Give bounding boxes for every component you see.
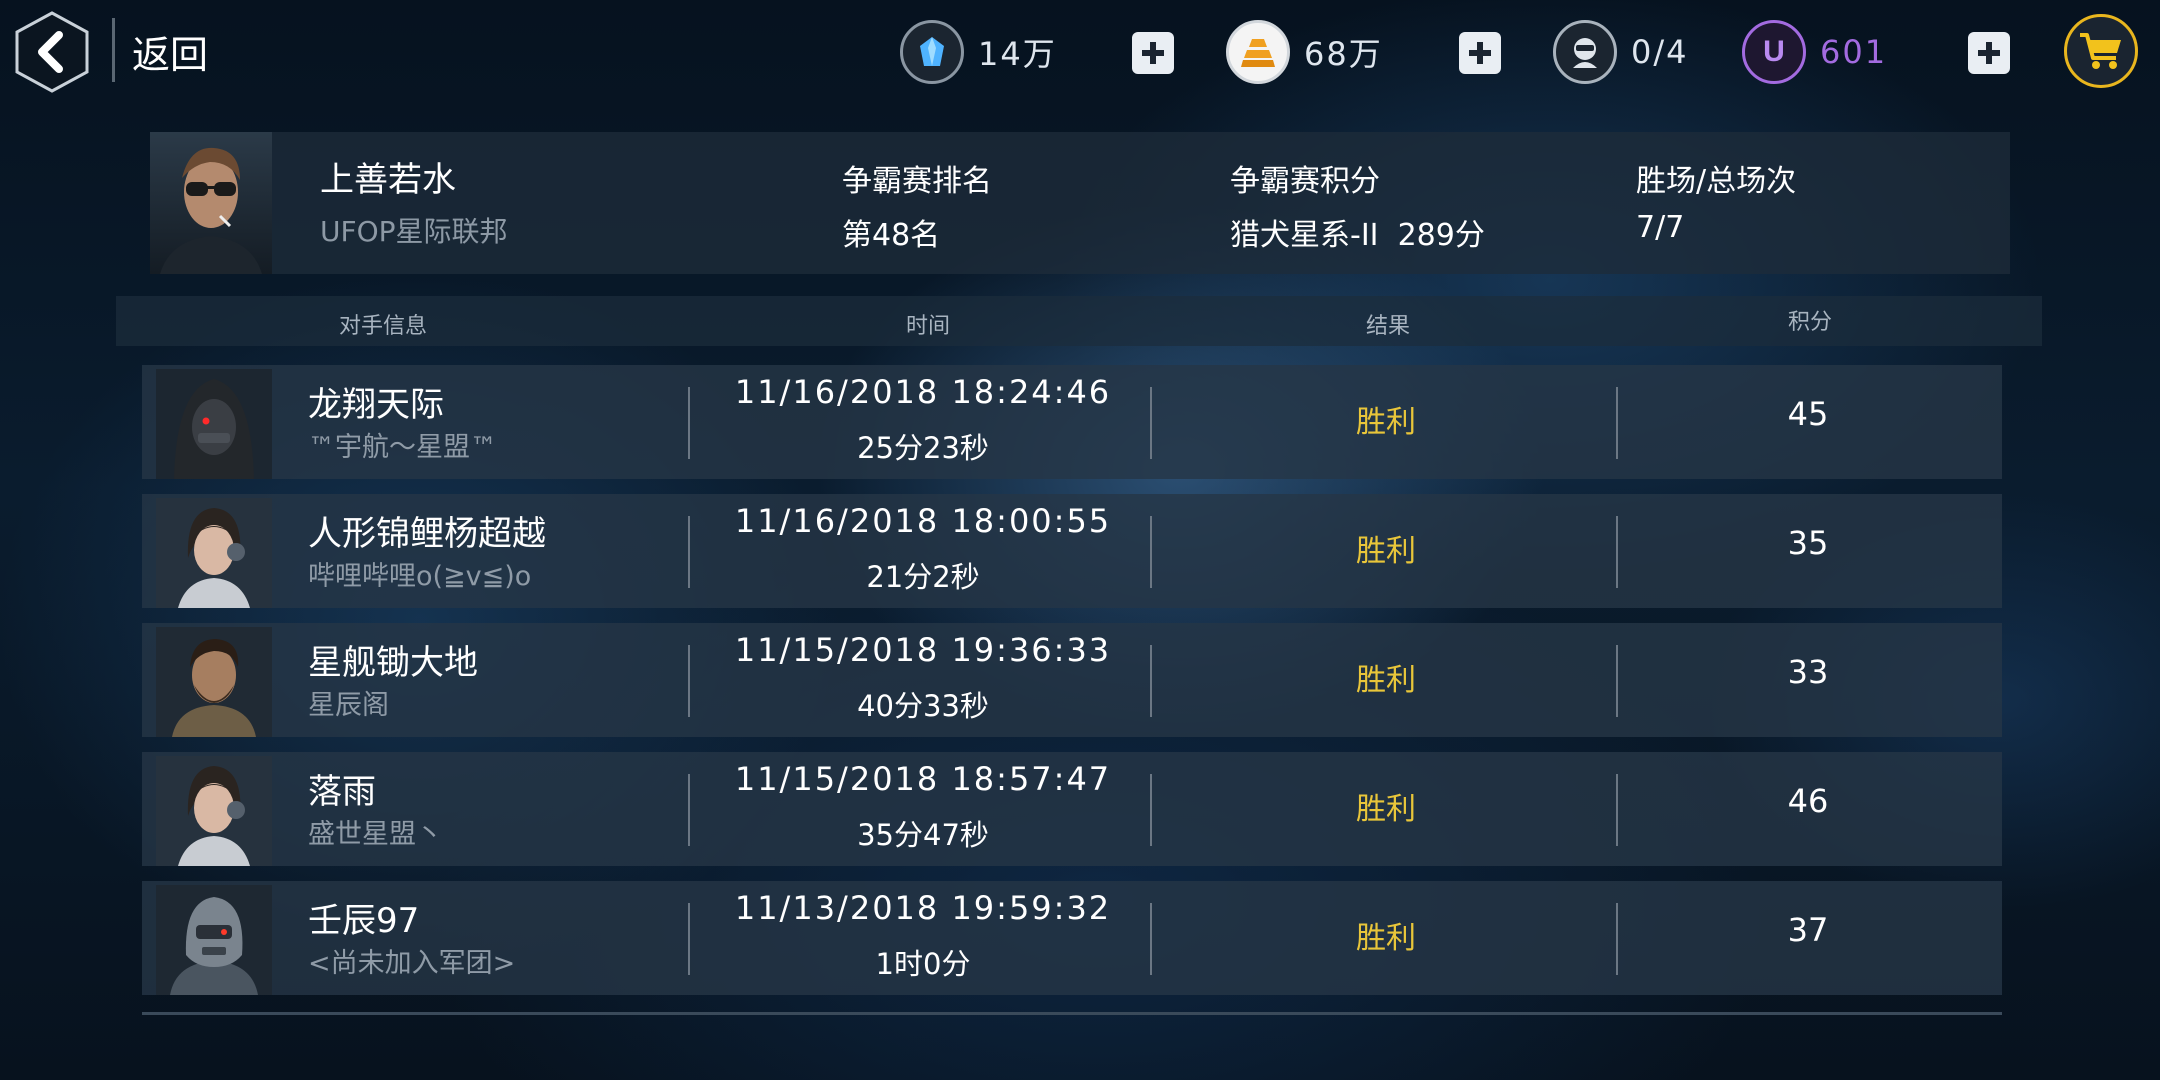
column-divider xyxy=(688,516,690,588)
table-row[interactable]: 星舰锄大地 星辰阁 11/15/2018 19:36:33 40分33秒 胜利 … xyxy=(142,623,2002,737)
points-label: 争霸赛积分 xyxy=(1230,164,1380,199)
match-datetime: 11/15/2018 19:36:33 xyxy=(734,631,1112,669)
plus-icon xyxy=(1142,42,1164,64)
table-row[interactable]: 落雨 盛世星盟丶 11/15/2018 18:57:47 35分47秒 胜利 4… xyxy=(142,752,2002,866)
opponent-name: 落雨 xyxy=(308,772,376,812)
opponent-avatar xyxy=(156,369,272,479)
match-result: 胜利 xyxy=(1356,792,1416,827)
match-datetime: 11/15/2018 18:57:47 xyxy=(734,760,1112,798)
header-opponent: 对手信息 xyxy=(338,314,428,339)
match-score: 33 xyxy=(1787,653,1829,691)
shopping-cart-icon xyxy=(2080,33,2121,69)
gold-resource: 68万 xyxy=(1226,20,1383,84)
wins-value: 7/7 xyxy=(1636,210,1685,245)
top-bar: 返回 14万 68万 0/4 U 601 xyxy=(0,0,2160,106)
column-divider xyxy=(1616,774,1618,846)
points-value: 猎犬星系-II 289分 xyxy=(1230,218,1485,253)
column-divider xyxy=(1616,387,1618,459)
match-duration: 25分23秒 xyxy=(857,431,989,465)
match-duration: 40分33秒 xyxy=(857,689,989,723)
match-score: 35 xyxy=(1787,524,1829,562)
u-credit-value: 601 xyxy=(1820,33,1888,71)
table-row[interactable]: 龙翔天际 ™宇航～星盟™ 11/16/2018 18:24:46 25分23秒 … xyxy=(142,365,2002,479)
column-divider xyxy=(688,387,690,459)
match-duration: 35分47秒 xyxy=(857,818,989,852)
table-row[interactable]: 壬辰97 <尚未加入军团> 11/13/2018 19:59:32 1时0分 胜… xyxy=(142,881,2002,995)
opponent-avatar xyxy=(156,885,272,995)
column-divider xyxy=(1150,645,1152,717)
opponent-legion: 星辰阁 xyxy=(308,690,389,721)
column-divider xyxy=(1616,903,1618,975)
opponent-name: 星舰锄大地 xyxy=(308,643,478,683)
gold-bars-icon xyxy=(1226,20,1290,84)
player-avatar xyxy=(150,132,272,274)
opponent-name: 壬辰97 xyxy=(308,901,420,941)
topbar-divider xyxy=(112,18,115,82)
crystal-resource: 14万 xyxy=(900,20,1057,84)
column-divider xyxy=(1150,903,1152,975)
back-arrow-icon xyxy=(15,11,89,93)
header-result: 结果 xyxy=(1365,314,1411,339)
table-row[interactable]: 人形锦鲤杨超越 哔哩哔哩o(≧v≦)o 11/16/2018 18:00:55 … xyxy=(142,494,2002,608)
header-time: 时间 xyxy=(905,314,951,339)
column-divider xyxy=(688,774,690,846)
match-result: 胜利 xyxy=(1356,921,1416,956)
match-result: 胜利 xyxy=(1356,534,1416,569)
back-button[interactable] xyxy=(14,10,90,94)
table-header: 对手信息 时间 结果 积分 xyxy=(116,296,2042,346)
u-credit-resource: U 601 xyxy=(1742,20,1887,84)
column-divider xyxy=(688,903,690,975)
opponent-avatar xyxy=(156,627,272,737)
back-label[interactable]: 返回 xyxy=(132,24,208,79)
wins-label: 胜场/总场次 xyxy=(1636,164,1797,199)
crystal-icon xyxy=(900,20,964,84)
match-result: 胜利 xyxy=(1356,663,1416,698)
gold-value: 68万 xyxy=(1304,35,1383,73)
header-score: 积分 xyxy=(1787,310,1833,335)
column-divider xyxy=(688,645,690,717)
list-bottom-divider xyxy=(142,1012,2002,1015)
pilot-value: 0/4 xyxy=(1631,33,1689,71)
opponent-name: 龙翔天际 xyxy=(308,385,444,425)
match-datetime: 11/13/2018 19:59:32 xyxy=(734,889,1112,927)
match-duration: 1时0分 xyxy=(875,947,971,981)
player-name: 上善若水 xyxy=(320,160,456,200)
u-coin-icon: U xyxy=(1742,20,1806,84)
match-score: 46 xyxy=(1787,782,1829,820)
add-gold-button[interactable] xyxy=(1459,32,1501,74)
shop-button[interactable] xyxy=(2064,14,2138,88)
match-duration: 21分2秒 xyxy=(866,560,980,594)
opponent-name: 人形锦鲤杨超越 xyxy=(308,514,546,554)
opponent-avatar xyxy=(156,498,272,608)
column-divider xyxy=(1150,774,1152,846)
rank-value: 第48名 xyxy=(842,218,941,253)
column-divider xyxy=(1150,387,1152,459)
opponent-legion: <尚未加入军团> xyxy=(308,948,516,979)
column-divider xyxy=(1150,516,1152,588)
column-divider xyxy=(1616,645,1618,717)
opponent-legion: ™宇航～星盟™ xyxy=(308,432,497,463)
add-u-credit-button[interactable] xyxy=(1968,32,2010,74)
match-result: 胜利 xyxy=(1356,405,1416,440)
column-divider xyxy=(1616,516,1618,588)
match-history-list: 龙翔天际 ™宇航～星盟™ 11/16/2018 18:24:46 25分23秒 … xyxy=(142,365,2002,1010)
plus-icon xyxy=(1978,42,2000,64)
match-datetime: 11/16/2018 18:00:55 xyxy=(734,502,1112,540)
match-datetime: 11/16/2018 18:24:46 xyxy=(734,373,1112,411)
pilot-icon xyxy=(1553,20,1617,84)
player-summary-card: 上善若水 UFOP星际联邦 争霸赛排名 第48名 争霸赛积分 猎犬星系-II 2… xyxy=(150,132,2010,274)
opponent-legion: 盛世星盟丶 xyxy=(308,819,443,850)
match-score: 37 xyxy=(1787,911,1829,949)
add-crystal-button[interactable] xyxy=(1132,32,1174,74)
opponent-avatar xyxy=(156,756,272,866)
player-legion: UFOP星际联邦 xyxy=(320,215,508,248)
crystal-value: 14万 xyxy=(978,35,1057,73)
pilot-resource: 0/4 xyxy=(1553,20,1689,84)
rank-label: 争霸赛排名 xyxy=(842,164,992,199)
opponent-legion: 哔哩哔哩o(≧v≦)o xyxy=(308,561,532,592)
plus-icon xyxy=(1469,42,1491,64)
match-score: 45 xyxy=(1787,395,1829,433)
